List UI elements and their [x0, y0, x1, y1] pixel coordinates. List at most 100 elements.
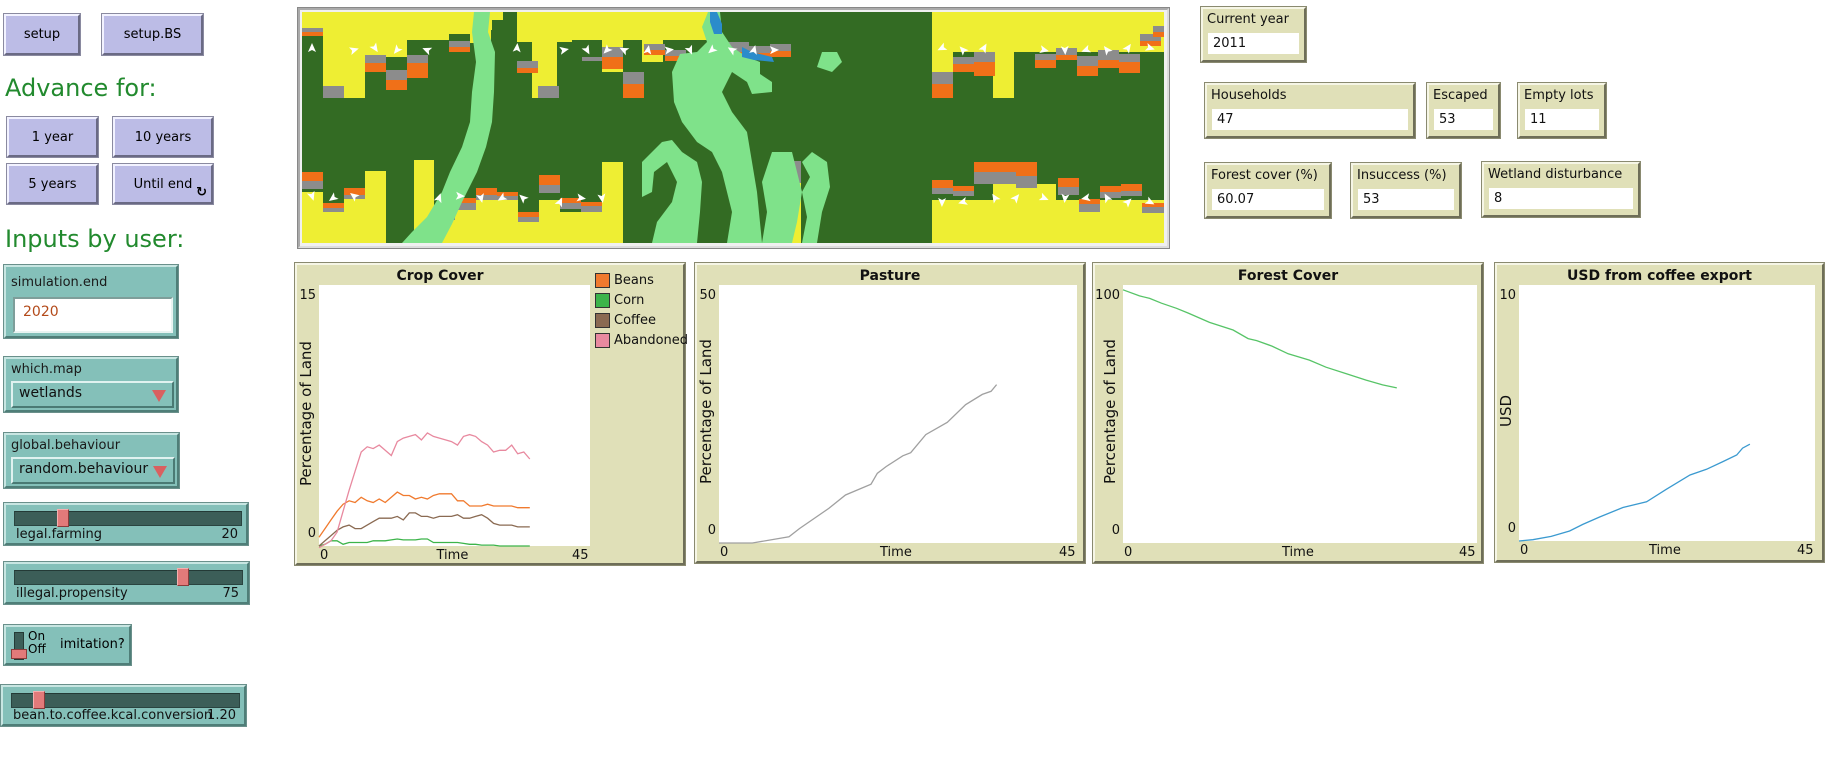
legend-swatch	[595, 333, 610, 348]
advance-5-years-button[interactable]: 5 years	[6, 163, 99, 205]
usd-coffee-export-plot: USD from coffee export 10 0 0 45 Time USD	[1494, 262, 1825, 563]
wetland-disturbance-label: Wetland disturbance	[1488, 167, 1623, 182]
which-map-select[interactable]: wetlands	[11, 381, 174, 408]
legal-farming-thumb[interactable]	[57, 509, 70, 527]
simulation-end-widget: simulation.end 2020	[3, 264, 179, 339]
insuccess-label: Insuccess (%)	[1357, 168, 1447, 183]
which-map-chooser[interactable]: which.map wetlands	[3, 356, 179, 413]
switch-handle[interactable]	[11, 649, 27, 659]
legal-farming-label: legal.farming	[16, 527, 102, 542]
insuccess-value: 53	[1358, 189, 1454, 210]
wetland-disturbance-value: 8	[1489, 188, 1633, 209]
plot-area	[318, 285, 590, 549]
legend-label: Coffee	[614, 313, 656, 328]
legal-farming-value: 20	[221, 527, 238, 542]
plot-title: Forest Cover	[1237, 268, 1339, 284]
plot-canvas	[1518, 443, 1751, 542]
advance-1-year-button[interactable]: 1 year	[6, 116, 99, 158]
global-behaviour-value: random.behaviour	[19, 461, 149, 477]
setup-bs-button-label: setup.BS	[123, 27, 182, 42]
plot-title: USD from coffee export	[1567, 268, 1752, 284]
plot-area	[1518, 285, 1815, 542]
legal-farming-track[interactable]	[14, 511, 242, 526]
plot-canvas	[1122, 289, 1397, 389]
current-year-value: 2011	[1208, 33, 1299, 54]
x-tick-max: 45	[1459, 545, 1476, 560]
advance-1-year-label: 1 year	[31, 129, 74, 145]
legend-item-corn: Corn	[595, 293, 644, 308]
bean-to-coffee-track[interactable]	[11, 693, 240, 708]
x-axis-label: Time	[880, 545, 912, 560]
crop-cover-plot: Crop Cover 15 0 0 45 Time Percentage of Land B…	[294, 262, 688, 566]
forest-cover-value: 60.07	[1212, 189, 1324, 210]
pasture-plot: Pasture 50 0 0 45 Time Percentage of Land	[694, 262, 1086, 564]
current-year-monitor: Current year 2011	[1200, 6, 1307, 63]
x-tick-max: 45	[1059, 545, 1076, 560]
which-map-label: which.map	[11, 362, 82, 377]
legend-item-beans: Beans	[595, 273, 654, 288]
global-behaviour-select[interactable]: random.behaviour	[11, 457, 175, 484]
series-line-corn	[318, 538, 530, 547]
series-line-usd	[1518, 443, 1751, 542]
world-view[interactable]	[297, 7, 1170, 249]
bean-to-coffee-label: bean.to.coffee.kcal.conversion	[13, 708, 213, 723]
imitation-switch[interactable]: On Off imitation?	[3, 624, 132, 666]
x-tick-min: 0	[1124, 545, 1133, 560]
legend-item-abandoned: Abandoned	[595, 333, 688, 348]
illegal-propensity-track[interactable]	[14, 570, 243, 585]
bean-to-coffee-thumb[interactable]	[32, 691, 45, 709]
simulation-end-input[interactable]: 2020	[13, 297, 173, 333]
bean-to-coffee-slider[interactable]: bean.to.coffee.kcal.conversion 1.20	[0, 684, 247, 727]
forest-cover-plot: Forest Cover 100 0 0 45 Time Percentage of La…	[1092, 262, 1484, 564]
dropdown-triangle-icon	[153, 466, 167, 478]
series-line-coffee	[318, 512, 530, 547]
x-tick-max: 45	[1797, 543, 1814, 558]
imitation-label: imitation?	[60, 637, 125, 652]
current-year-label: Current year	[1207, 12, 1289, 27]
switch-on-label: On	[28, 629, 46, 643]
legend-item-coffee: Coffee	[595, 313, 656, 328]
legal-farming-slider[interactable]: legal.farming 20	[3, 502, 249, 546]
plot-title: Pasture	[859, 268, 921, 284]
households-label: Households	[1211, 88, 1287, 103]
inputs-by-user-heading: Inputs by user:	[5, 225, 185, 253]
advance-5-years-label: 5 years	[28, 176, 77, 192]
x-axis-label: Time	[436, 548, 469, 563]
world-map[interactable]	[302, 12, 1164, 243]
insuccess-monitor: Insuccess (%) 53	[1350, 162, 1462, 219]
legend-swatch	[595, 273, 610, 288]
global-behaviour-label: global.behaviour	[11, 438, 121, 453]
illegal-propensity-slider[interactable]: illegal.propensity 75	[3, 561, 250, 605]
households-monitor: Households 47	[1204, 82, 1416, 139]
advance-10-years-button[interactable]: 10 years	[112, 116, 214, 158]
bean-to-coffee-value: 1.20	[207, 708, 236, 723]
legend-label: Beans	[614, 273, 654, 288]
y-axis-label: USD	[1497, 394, 1515, 427]
y-tick-min: 0	[307, 526, 316, 541]
forest-cover-label: Forest cover (%)	[1211, 168, 1318, 183]
plot-title: Crop Cover	[396, 268, 484, 284]
series-line-abandoned	[318, 432, 531, 549]
until-end-button[interactable]: Until end ↻	[112, 163, 214, 205]
escaped-monitor: Escaped 53	[1426, 82, 1501, 139]
x-tick-min: 0	[720, 545, 729, 560]
escaped-label: Escaped	[1433, 88, 1488, 103]
plot-area	[719, 285, 1077, 544]
x-tick-min: 0	[1520, 543, 1529, 558]
y-tick-max: 100	[1095, 288, 1120, 303]
x-axis-label: Time	[1649, 543, 1681, 558]
x-tick-min: 0	[320, 548, 329, 563]
y-tick-max: 10	[1499, 288, 1516, 303]
illegal-propensity-thumb[interactable]	[176, 568, 189, 586]
legend-label: Corn	[614, 293, 645, 308]
setup-button[interactable]: setup	[3, 13, 81, 56]
series-line-pasture	[719, 384, 998, 544]
y-tick-max: 15	[299, 288, 316, 303]
legend-swatch	[595, 293, 610, 308]
global-behaviour-chooser[interactable]: global.behaviour random.behaviour	[3, 432, 180, 489]
escaped-value: 53	[1434, 109, 1493, 130]
x-axis-label: Time	[1282, 545, 1314, 560]
until-end-label: Until end	[133, 176, 193, 192]
setup-bs-button[interactable]: setup.BS	[101, 13, 204, 56]
y-tick-min: 0	[1507, 521, 1516, 536]
